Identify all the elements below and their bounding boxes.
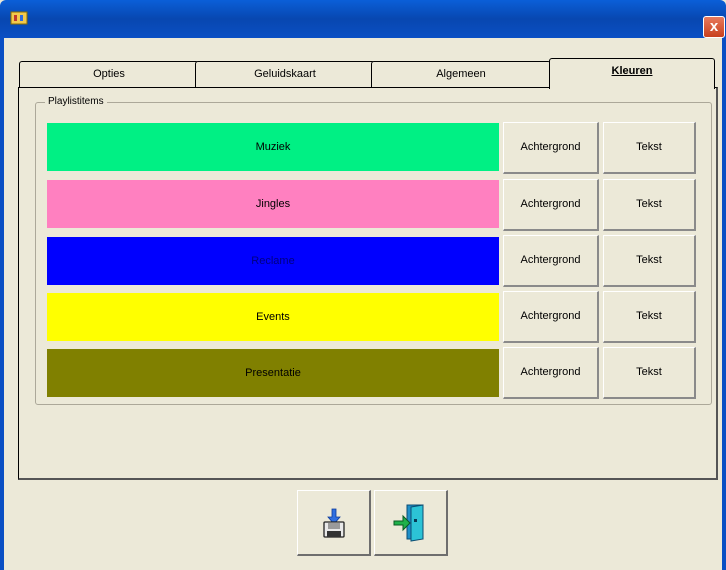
text-button-presentatie[interactable]: Tekst: [603, 347, 696, 399]
window-frame-left: [0, 38, 4, 570]
save-button[interactable]: [297, 490, 371, 556]
text-button-jingles[interactable]: Tekst: [603, 179, 696, 231]
window-frame-right: [722, 38, 726, 570]
swatch-label: Events: [256, 311, 290, 323]
color-swatch-jingles: Jingles: [47, 180, 499, 228]
swatch-label: Jingles: [255, 198, 291, 210]
tab-algemeen[interactable]: Algemeen: [371, 61, 551, 87]
text-button-muziek[interactable]: Tekst: [603, 122, 696, 174]
background-button-presentatie[interactable]: Achtergrond: [503, 347, 599, 399]
text-button-events[interactable]: Tekst: [603, 291, 696, 343]
exit-door-icon: [393, 503, 423, 542]
exit-button[interactable]: [374, 490, 448, 556]
title-bar: x: [0, 0, 726, 38]
color-swatch-reclame: Reclame: [47, 237, 499, 285]
background-button-muziek[interactable]: Achtergrond: [503, 122, 599, 174]
save-icon: [322, 508, 345, 538]
tab-geluidskaart[interactable]: Geluidskaart: [195, 61, 375, 87]
app-icon: [10, 11, 28, 25]
background-button-events[interactable]: Achtergrond: [503, 291, 599, 343]
group-label: Playlistitems: [45, 96, 107, 107]
color-swatch-events: Events: [47, 293, 499, 341]
tab-kleuren[interactable]: Kleuren: [549, 58, 715, 89]
text-button-reclame[interactable]: Tekst: [603, 235, 696, 287]
swatch-label: Muziek: [255, 141, 291, 153]
swatch-label: Presentatie: [245, 367, 301, 379]
color-swatch-presentatie: Presentatie: [47, 349, 499, 397]
color-swatch-muziek: Muziek: [47, 123, 499, 171]
swatch-label: Reclame: [251, 255, 295, 267]
background-button-jingles[interactable]: Achtergrond: [503, 179, 599, 231]
tab-opties[interactable]: Opties: [19, 61, 199, 87]
close-button[interactable]: x: [703, 16, 725, 38]
background-button-reclame[interactable]: Achtergrond: [503, 235, 599, 287]
